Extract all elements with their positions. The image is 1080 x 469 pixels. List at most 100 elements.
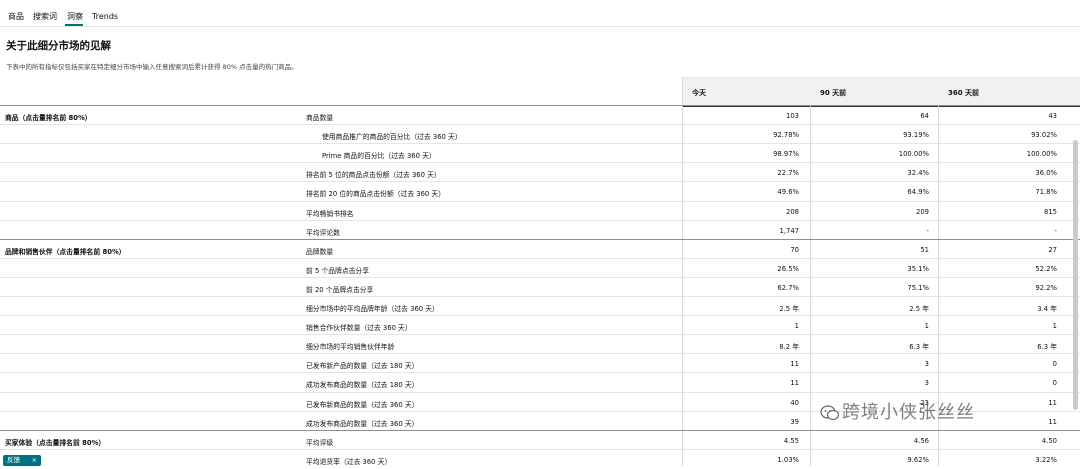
metric-value: - — [926, 226, 929, 235]
wechat-icon — [820, 405, 840, 421]
metric-label: 细分市场中的平均品牌年龄（过去 360 天） — [306, 305, 439, 313]
table-header — [682, 77, 1080, 107]
metric-value: 36.0% — [1035, 169, 1057, 178]
section-label: 商品（点击量排名前 80%） — [5, 114, 92, 122]
metric-value: 71.8% — [1035, 188, 1057, 197]
metric-value: 26.5% — [777, 264, 799, 273]
table-row: 细分市场中的平均品牌年龄（过去 360 天） 2.5 年 2.5 年 3.4 年 — [0, 296, 1080, 316]
metric-value: 3 — [924, 360, 929, 369]
table-row: 平均畅销书排名 208 209 815 — [0, 200, 1080, 221]
table-row: 前 20 个品牌点击分享 62.7% 75.1% 92.2% — [0, 276, 1080, 297]
metric-value: 11 — [1048, 417, 1057, 426]
column-header-today: 今天 — [692, 89, 706, 97]
metric-value: 49.6% — [777, 188, 799, 197]
metric-label: 成功发布商品的数量（过去 360 天） — [306, 419, 419, 428]
metric-value: 4.50 — [1041, 436, 1057, 445]
metric-value: 11 — [790, 379, 799, 388]
metric-label: 已发布新产品的数量（过去 180 天） — [306, 362, 419, 371]
metric-label: 使用商品推广的商品的百分比（过去 360 天） — [322, 133, 462, 142]
watermark-text: 跨境小侠张丝丝 — [842, 402, 975, 423]
metric-value: 103 — [786, 112, 799, 120]
page-description: 下表中的所有指标仅包括买家在特定细分市场中输入任意搜索词后累计获得 80% 点击… — [6, 63, 298, 71]
metric-value: 8.2 年 — [779, 343, 799, 352]
table-row: 排名前 20 位的商品点击份额（过去 360 天） 49.6% 64.9% 71.8% — [0, 181, 1080, 201]
section-label: 买家体验（点击量排名前 80%） — [5, 438, 106, 447]
metric-value: 98.97% — [773, 150, 799, 159]
metric-value: 209 — [916, 207, 929, 216]
metric-value: 35.1% — [907, 264, 929, 273]
metric-label: 前 20 个品牌点击分享 — [306, 285, 374, 294]
metric-value: 75.1% — [907, 283, 929, 292]
metric-label: 平均评级 — [306, 438, 334, 447]
metric-label: 排名前 20 位的商品点击份额（过去 360 天） — [306, 190, 446, 199]
table-row: 排名前 5 位的商品点击份额（过去 360 天） 22.7% 32.4% 36.0% — [0, 162, 1080, 182]
page-title: 关于此细分市场的见解 — [6, 40, 111, 52]
metric-value: 93.02% — [1031, 131, 1057, 140]
feedback-label: 反馈 — [7, 456, 20, 464]
close-icon[interactable]: × — [32, 455, 37, 466]
table-row: Prime 商品的百分比（过去 360 天） 98.97% 100.00% 100.0… — [0, 143, 1080, 163]
metric-value: 3 — [924, 379, 929, 388]
metric-label: Prime 商品的百分比（过去 360 天） — [322, 152, 436, 161]
metric-value: 22.7% — [777, 169, 799, 178]
metric-label: 品牌数量 — [306, 247, 334, 256]
metric-value: 815 — [1044, 207, 1057, 216]
metric-label: 平均评论数 — [306, 228, 340, 237]
metric-value: 1 — [794, 322, 799, 331]
metric-value: 0 — [1052, 379, 1057, 388]
metric-value: 62.7% — [777, 283, 799, 292]
metric-value: 9.62% — [907, 455, 929, 464]
metric-value: 11 — [1048, 398, 1057, 407]
tab-search-terms[interactable]: 搜索词 — [33, 12, 57, 22]
metric-label: 前 5 个品牌点击分享 — [306, 266, 370, 275]
metric-value: 52.2% — [1035, 264, 1057, 273]
metric-value: 92.2% — [1035, 283, 1057, 292]
metric-value: 39 — [790, 417, 799, 426]
scrollbar[interactable] — [1073, 140, 1078, 410]
metric-label: 已发布新商品的数量（过去 360 天） — [306, 400, 419, 409]
metric-value: 40 — [790, 398, 799, 407]
metric-value: 6.3 年 — [1037, 343, 1057, 352]
tab-insights[interactable]: 洞察 — [67, 12, 83, 22]
section-label: 品牌和销售伙伴（点击量排名前 80%） — [5, 247, 126, 256]
metric-value: 43 — [1048, 112, 1057, 120]
table-row: 商品（点击量排名前 80%） 商品数量 103 64 43 — [0, 105, 1080, 125]
column-header-90-days: 90 天前 — [820, 89, 847, 97]
metric-value: 93.19% — [903, 131, 929, 140]
column-header-360-days: 360 天前 — [948, 89, 980, 97]
metric-value: 2.5 年 — [779, 305, 799, 313]
metric-value: 6.3 年 — [909, 343, 929, 352]
table-row: 已发布新产品的数量（过去 180 天） 11 3 0 — [0, 353, 1080, 373]
tab-bar: 商品 搜索词 洞察 Trends — [0, 0, 1080, 27]
table-row: 品牌和销售伙伴（点击量排名前 80%） 品牌数量 70 51 27 — [0, 238, 1080, 259]
table-row: 买家体验（点击量排名前 80%） 平均评级 4.55 4.56 4.50 — [0, 429, 1080, 450]
metric-value: 1 — [1052, 322, 1057, 331]
metric-value: 51 — [920, 245, 929, 254]
metric-value: 92.78% — [773, 131, 799, 140]
metric-value: 11 — [790, 360, 799, 369]
metric-value: 64.9% — [907, 188, 929, 197]
metric-value: 32.4% — [907, 169, 929, 178]
feedback-chip[interactable]: 反馈 × — [3, 455, 41, 466]
metric-label: 商品数量 — [306, 114, 334, 122]
table-row: 前 5 个品牌点击分享 26.5% 35.1% 52.2% — [0, 257, 1080, 278]
metric-value: 1.03% — [777, 455, 799, 464]
table-row: 平均评论数 1,747 - - — [0, 219, 1080, 240]
table-row: 细分市场的平均销售伙伴年龄 8.2 年 6.3 年 6.3 年 — [0, 334, 1080, 354]
metric-label: 细分市场的平均销售伙伴年龄 — [306, 343, 395, 352]
metric-value: 70 — [790, 245, 799, 254]
metric-value: 100.00% — [898, 150, 929, 159]
metric-value: 3.4 年 — [1037, 305, 1057, 313]
metric-value: 1 — [924, 322, 929, 331]
metric-value: 64 — [920, 112, 929, 120]
metric-value: 3.22% — [1035, 455, 1057, 464]
tab-products[interactable]: 商品 — [8, 12, 24, 22]
metric-value: 27 — [1048, 245, 1057, 254]
metric-value: 100.00% — [1026, 150, 1057, 159]
metric-value: 2.5 年 — [909, 305, 929, 313]
metric-label: 平均退货率（过去 360 天） — [306, 457, 392, 466]
metric-label: 成功发布商品的数量（过去 180 天） — [306, 381, 419, 390]
metric-value: 1,747 — [779, 226, 799, 235]
tab-trends[interactable]: Trends — [92, 12, 118, 22]
metric-label: 平均畅销书排名 — [306, 209, 354, 218]
